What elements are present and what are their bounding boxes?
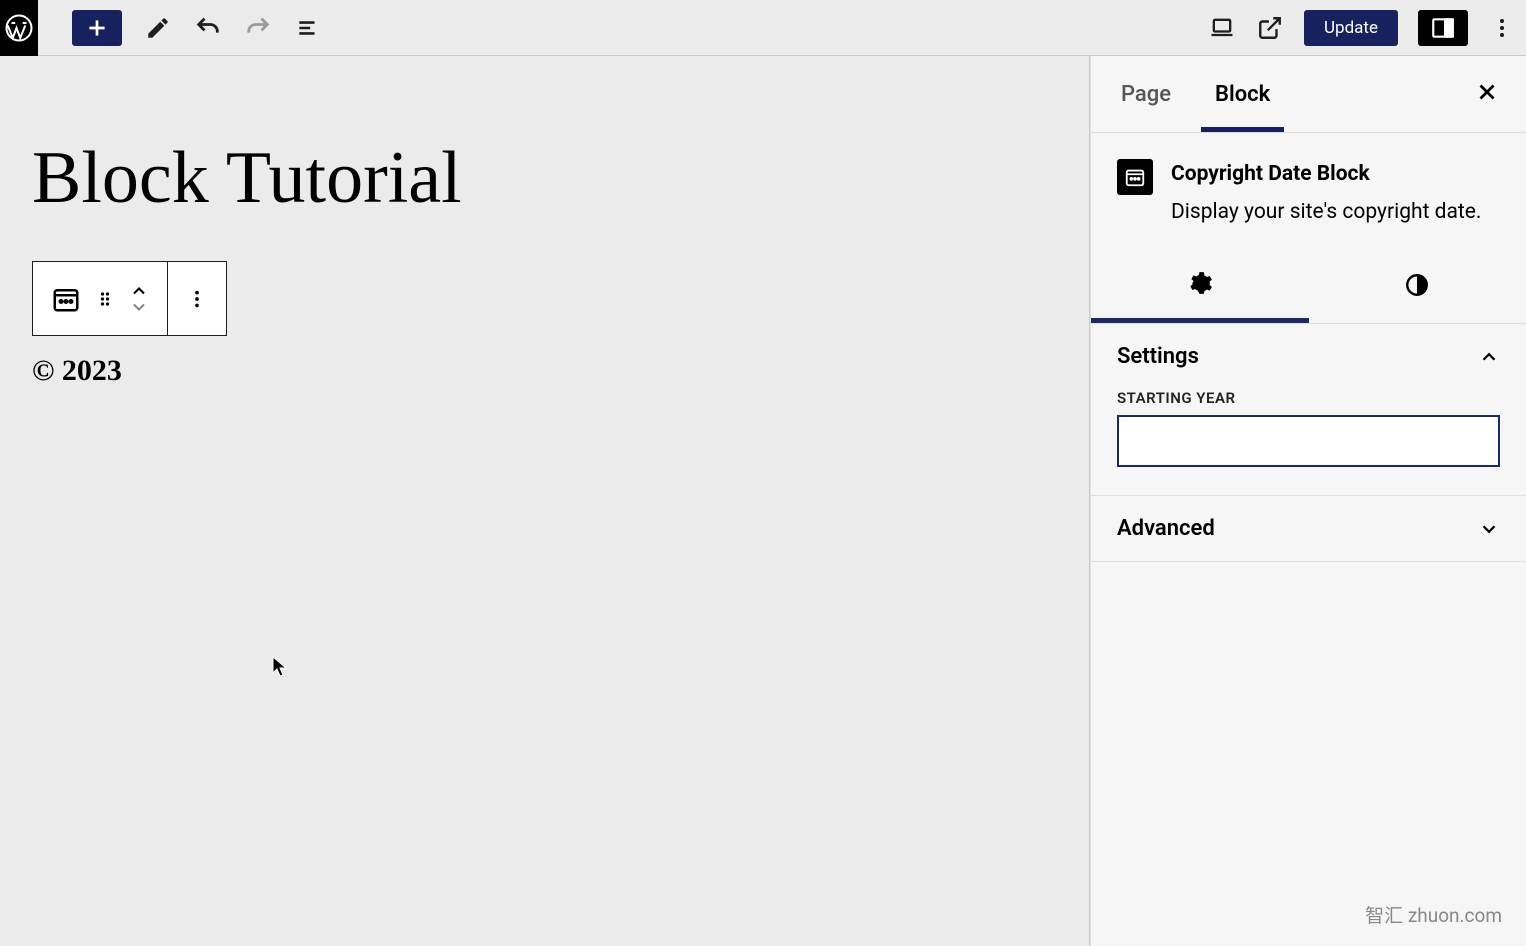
chevron-down-icon bbox=[1478, 518, 1500, 540]
close-icon bbox=[1474, 79, 1500, 105]
mouse-cursor-icon bbox=[272, 656, 288, 678]
block-toolbar-main-group bbox=[33, 262, 168, 335]
chevron-up-icon bbox=[129, 284, 149, 298]
chevron-down-icon bbox=[129, 300, 149, 314]
undo-button[interactable] bbox=[194, 14, 222, 42]
redo-button[interactable] bbox=[244, 14, 272, 42]
update-button[interactable]: Update bbox=[1304, 10, 1398, 46]
settings-subtab[interactable] bbox=[1091, 247, 1309, 323]
move-up-button[interactable] bbox=[129, 284, 149, 298]
toolbar-right-group: Update bbox=[1208, 10, 1516, 46]
add-block-button[interactable] bbox=[72, 10, 122, 46]
editor-top-toolbar: Update bbox=[0, 0, 1526, 56]
block-more-options-button[interactable] bbox=[186, 285, 208, 313]
starting-year-label: Starting Year bbox=[1117, 389, 1500, 407]
undo-icon bbox=[194, 14, 222, 42]
tab-page[interactable]: Page bbox=[1117, 60, 1175, 129]
redo-icon bbox=[244, 14, 272, 42]
view-button[interactable] bbox=[1208, 14, 1236, 42]
page-title[interactable]: Block Tutorial bbox=[32, 136, 1057, 221]
wordpress-logo[interactable] bbox=[0, 0, 38, 56]
laptop-icon bbox=[1208, 14, 1236, 42]
block-info-card: Copyright Date Block Display your site's… bbox=[1091, 133, 1526, 246]
settings-sidebar-toggle[interactable] bbox=[1418, 10, 1468, 46]
block-info-description: Display your site's copyright date. bbox=[1171, 197, 1481, 229]
watermark: 智汇 zhuon.com bbox=[1365, 901, 1502, 928]
more-vertical-icon bbox=[186, 285, 208, 313]
block-mover bbox=[129, 284, 149, 314]
pencil-icon bbox=[145, 15, 171, 41]
block-info-icon bbox=[1117, 159, 1153, 195]
options-button[interactable] bbox=[1488, 14, 1516, 42]
more-vertical-icon bbox=[1490, 16, 1514, 40]
drag-icon bbox=[95, 285, 115, 313]
edit-mode-button[interactable] bbox=[144, 14, 172, 42]
sidebar-icon bbox=[1430, 15, 1456, 41]
settings-panel-title: Settings bbox=[1117, 344, 1199, 369]
advanced-panel-header[interactable]: Advanced bbox=[1091, 496, 1526, 561]
wordpress-icon bbox=[4, 13, 34, 43]
gear-icon bbox=[1187, 270, 1213, 296]
editor-main: Block Tutorial © 2023 bbox=[0, 56, 1526, 946]
starting-year-input[interactable] bbox=[1117, 415, 1500, 467]
chevron-up-icon bbox=[1478, 346, 1500, 368]
toolbar-left-group bbox=[38, 10, 322, 46]
block-toolbar bbox=[32, 261, 227, 336]
settings-panel-header[interactable]: Settings bbox=[1091, 324, 1526, 389]
styles-subtab[interactable] bbox=[1309, 247, 1526, 323]
advanced-panel: Advanced bbox=[1091, 496, 1526, 562]
advanced-panel-title: Advanced bbox=[1117, 516, 1215, 541]
block-info-title: Copyright Date Block bbox=[1171, 159, 1481, 191]
settings-panel: Settings Starting Year bbox=[1091, 324, 1526, 496]
external-link-icon bbox=[1257, 15, 1283, 41]
tab-block[interactable]: Block bbox=[1211, 60, 1274, 129]
settings-panel-body: Starting Year bbox=[1091, 389, 1526, 495]
calendar-icon bbox=[51, 284, 81, 314]
list-view-icon bbox=[295, 15, 321, 41]
contrast-icon bbox=[1404, 272, 1430, 298]
copyright-block-output[interactable]: © 2023 bbox=[32, 354, 1057, 388]
inspector-subtabs bbox=[1091, 246, 1526, 324]
move-down-button[interactable] bbox=[129, 300, 149, 314]
close-sidebar-button[interactable] bbox=[1474, 79, 1500, 109]
drag-handle[interactable] bbox=[95, 285, 115, 313]
document-overview-button[interactable] bbox=[294, 14, 322, 42]
plus-icon bbox=[84, 15, 110, 41]
settings-sidebar: Page Block Copyright Date Block Display … bbox=[1090, 56, 1526, 946]
block-type-button[interactable] bbox=[51, 284, 81, 314]
preview-link-button[interactable] bbox=[1256, 14, 1284, 42]
editor-canvas[interactable]: Block Tutorial © 2023 bbox=[0, 56, 1090, 946]
calendar-icon bbox=[1124, 166, 1146, 188]
block-toolbar-more-group bbox=[168, 262, 226, 335]
sidebar-tablist: Page Block bbox=[1091, 56, 1526, 132]
